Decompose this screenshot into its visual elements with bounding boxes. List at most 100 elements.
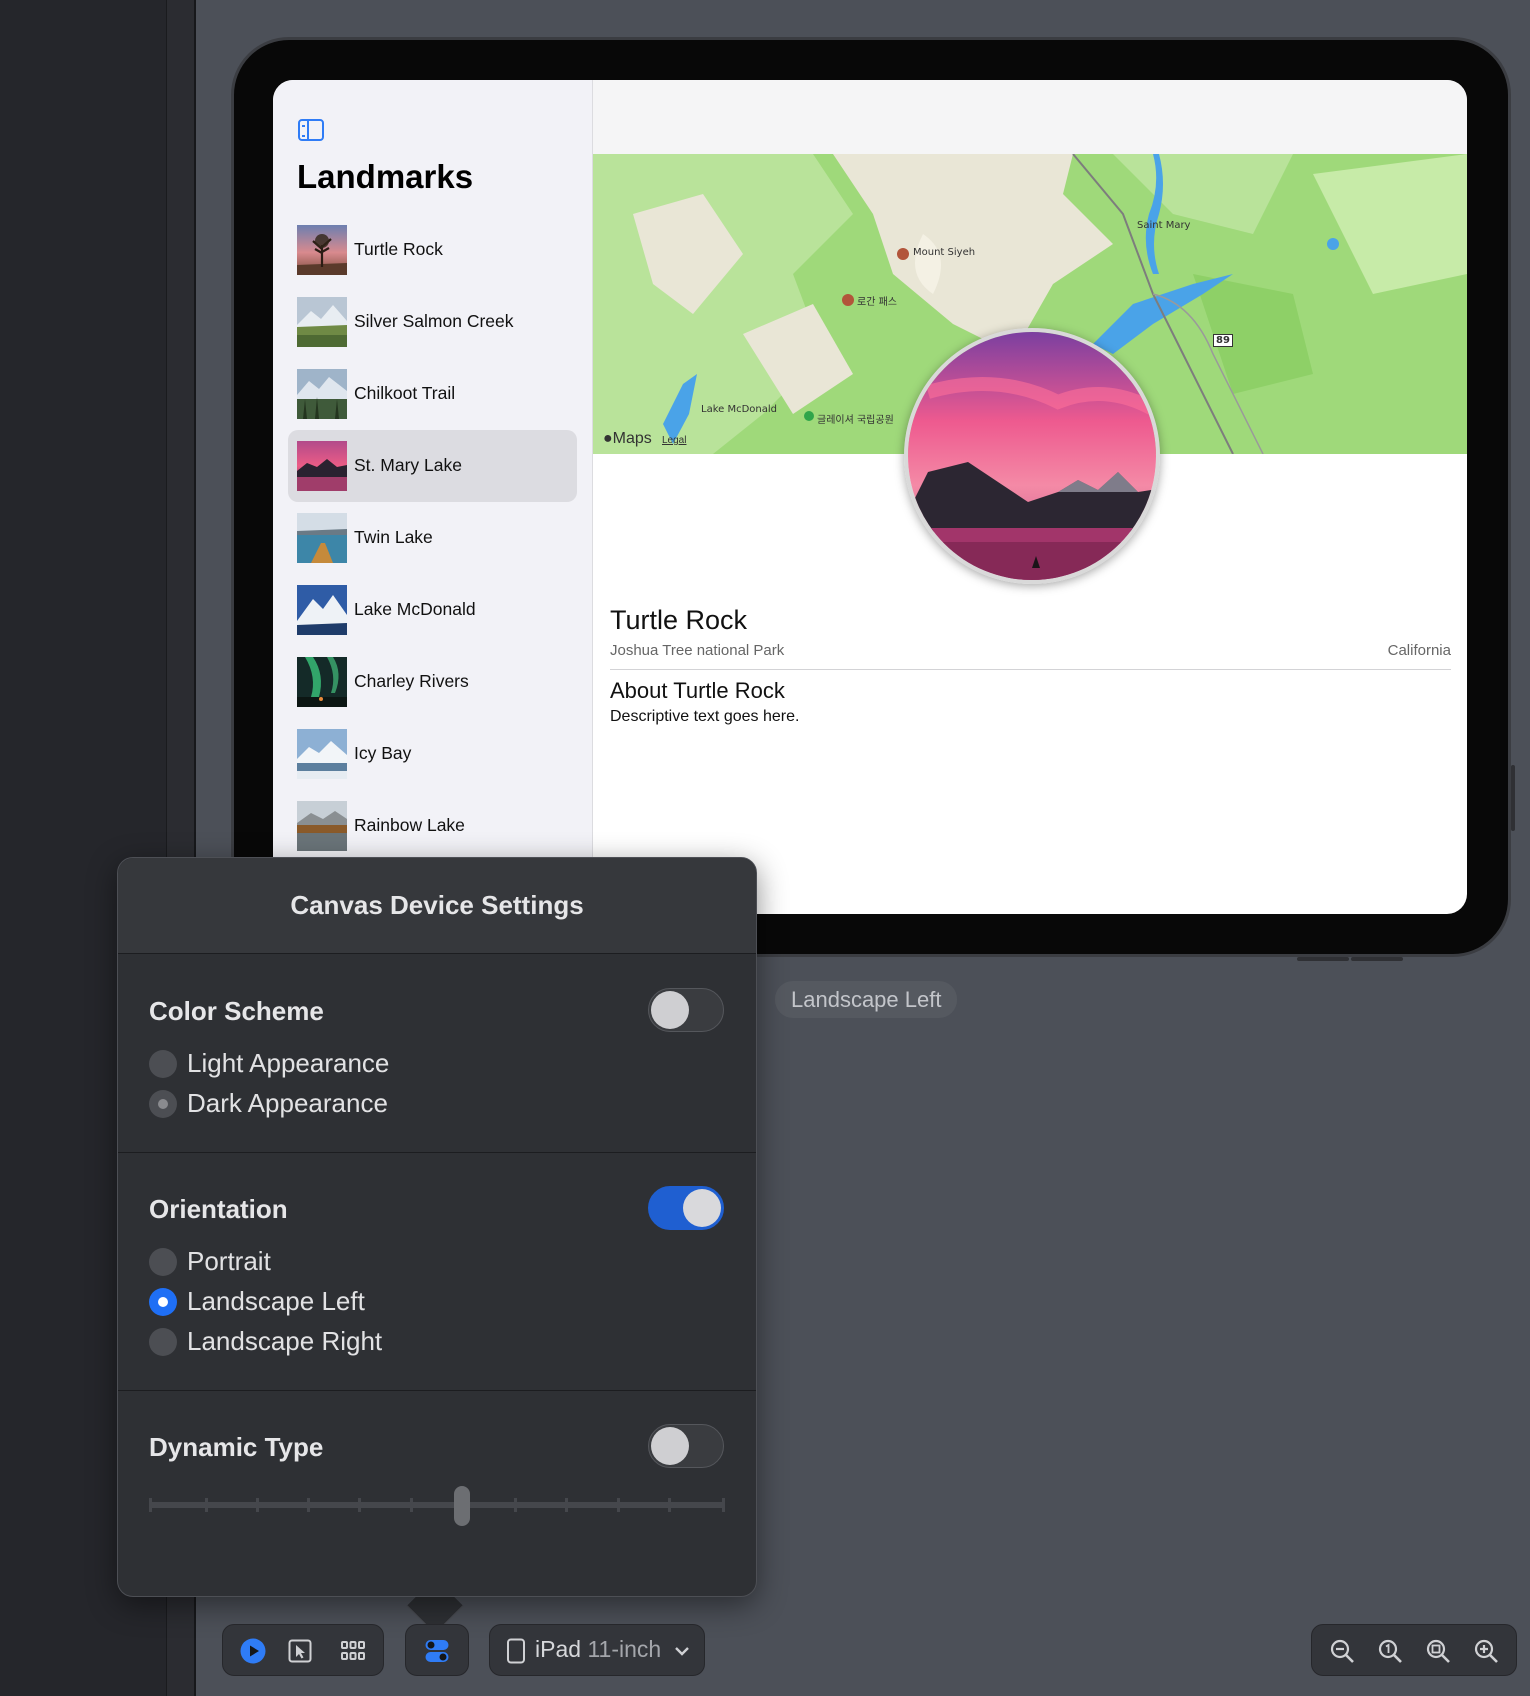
radio-label: Light Appearance xyxy=(187,1048,390,1078)
toggle-knob xyxy=(651,1427,689,1465)
landmark-name: Charley Rivers xyxy=(354,671,469,691)
landmark-row[interactable]: Icy Bay xyxy=(288,718,577,790)
ipad-icon xyxy=(507,1638,525,1664)
slider-tick xyxy=(565,1498,568,1512)
color-scheme-title: Color Scheme xyxy=(149,996,324,1026)
slider-tick xyxy=(617,1498,620,1512)
map-label: Mount Siyeh xyxy=(913,247,976,258)
section-divider xyxy=(118,1390,756,1391)
slider-tick xyxy=(256,1498,259,1512)
zoom-controls-group xyxy=(1311,1624,1517,1676)
about-title: About Turtle Rock xyxy=(610,678,785,703)
dynamic-type-toggle[interactable] xyxy=(648,1424,724,1468)
slider-tick xyxy=(205,1498,208,1512)
zoom-in-icon[interactable] xyxy=(1473,1638,1499,1664)
landmark-row[interactable]: Chilkoot Trail xyxy=(288,358,577,430)
zoom-out-icon[interactable] xyxy=(1329,1638,1355,1664)
map-label: Lake McDonald xyxy=(701,404,778,415)
slider-tick xyxy=(358,1498,361,1512)
dynamic-type-title: Dynamic Type xyxy=(149,1432,324,1462)
about-text: Descriptive text goes here. xyxy=(610,708,800,725)
radio-circle xyxy=(149,1090,177,1118)
landmark-name: St. Mary Lake xyxy=(354,455,462,475)
landmark-thumbnail xyxy=(297,225,347,275)
map-label: 로간 패스 xyxy=(857,297,897,308)
landmark-list: Turtle Rock Silver Salmon Creek Chilkoot… xyxy=(288,214,577,862)
selectable-mode-icon[interactable] xyxy=(287,1638,313,1664)
map-label: 글레이셔 국립공원 xyxy=(817,415,894,426)
slider-tick xyxy=(722,1498,725,1512)
maps-attribution: ●Maps xyxy=(603,430,652,447)
navigation-bar xyxy=(593,80,1467,154)
landmark-row[interactable]: Rainbow Lake xyxy=(288,790,577,862)
landmark-thumbnail xyxy=(297,801,347,851)
live-preview-icon[interactable] xyxy=(240,1638,266,1664)
device-name: iPad 11-inch xyxy=(535,1636,662,1662)
sidebar-toggle-icon[interactable] xyxy=(298,119,324,141)
zoom-to-fit-icon[interactable] xyxy=(1425,1638,1451,1664)
radio-circle xyxy=(149,1050,177,1078)
landmark-thumbnail xyxy=(297,513,347,563)
landmark-state: California xyxy=(1387,642,1451,659)
radio-circle-selected xyxy=(149,1288,177,1316)
landmark-name: Rainbow Lake xyxy=(354,815,465,835)
landmark-name: Silver Salmon Creek xyxy=(354,311,514,331)
landmark-hero-image xyxy=(904,328,1160,584)
device-side-button xyxy=(1511,765,1515,831)
landmark-thumbnail xyxy=(297,369,347,419)
radio-circle xyxy=(149,1248,177,1276)
popover-header: Canvas Device Settings xyxy=(118,858,756,954)
device-volume-button xyxy=(1351,957,1403,961)
landmark-row[interactable]: Silver Salmon Creek xyxy=(288,286,577,358)
color-scheme-toggle[interactable] xyxy=(648,988,724,1032)
device-volume-button xyxy=(1297,957,1349,961)
landmark-row[interactable]: Twin Lake xyxy=(288,502,577,574)
slider-thumb[interactable] xyxy=(454,1486,470,1526)
dynamic-type-slider[interactable] xyxy=(149,1502,725,1508)
landmark-name: Lake McDonald xyxy=(354,599,476,619)
slider-tick xyxy=(410,1498,413,1512)
preview-screen[interactable]: Landmarks Turtle Rock Silver Salmon Cree… xyxy=(273,80,1467,914)
landmark-name: Chilkoot Trail xyxy=(354,383,456,403)
toggle-knob xyxy=(683,1189,721,1227)
landmark-park: Joshua Tree national Park xyxy=(610,642,785,659)
radio-label: Dark Appearance xyxy=(187,1088,388,1118)
slider-tick xyxy=(514,1498,517,1512)
preview-mode-group xyxy=(222,1624,384,1676)
orientation-title: Orientation xyxy=(149,1194,288,1224)
chevron-down-icon xyxy=(675,1647,689,1656)
landmark-row-selected[interactable]: St. Mary Lake xyxy=(288,430,577,502)
landmark-row[interactable]: Turtle Rock xyxy=(288,214,577,286)
canvas-device-settings-popover: Canvas Device Settings Color Scheme Ligh… xyxy=(117,857,757,1597)
radio-label: Landscape Left xyxy=(187,1286,365,1316)
radio-circle xyxy=(149,1328,177,1356)
landmark-thumbnail xyxy=(297,585,347,635)
landmark-row[interactable]: Charley Rivers xyxy=(288,646,577,718)
radio-label: Landscape Right xyxy=(187,1326,383,1356)
landmark-row[interactable]: Lake McDonald xyxy=(288,574,577,646)
highway-shield: 89 xyxy=(1213,334,1233,347)
actual-size-icon[interactable] xyxy=(1377,1638,1403,1664)
radio-label: Portrait xyxy=(187,1246,271,1276)
slider-tick xyxy=(149,1498,152,1512)
landmark-thumbnail xyxy=(297,657,347,707)
sidebar-title: Landmarks xyxy=(297,158,474,195)
orientation-toggle[interactable] xyxy=(648,1186,724,1230)
landmark-name: Twin Lake xyxy=(354,527,433,547)
slider-tick xyxy=(307,1498,310,1512)
popover-title: Canvas Device Settings xyxy=(290,890,584,920)
landmark-thumbnail xyxy=(297,441,347,491)
device-settings-icon[interactable] xyxy=(424,1638,450,1664)
landmarks-sidebar: Landmarks Turtle Rock Silver Salmon Cree… xyxy=(273,80,593,914)
apple-logo-icon: ● xyxy=(603,430,613,447)
toggle-knob xyxy=(651,991,689,1029)
map-label: Saint Mary xyxy=(1137,220,1191,231)
device-settings-group xyxy=(405,1624,469,1676)
landmark-thumbnail xyxy=(297,729,347,779)
landmark-name: Icy Bay xyxy=(354,743,412,763)
landmark-thumbnail xyxy=(297,297,347,347)
orientation-badge: Landscape Left xyxy=(775,981,958,1018)
variants-grid-icon[interactable] xyxy=(340,1638,366,1664)
section-divider xyxy=(118,1152,756,1153)
legal-link[interactable]: Legal xyxy=(662,435,686,446)
